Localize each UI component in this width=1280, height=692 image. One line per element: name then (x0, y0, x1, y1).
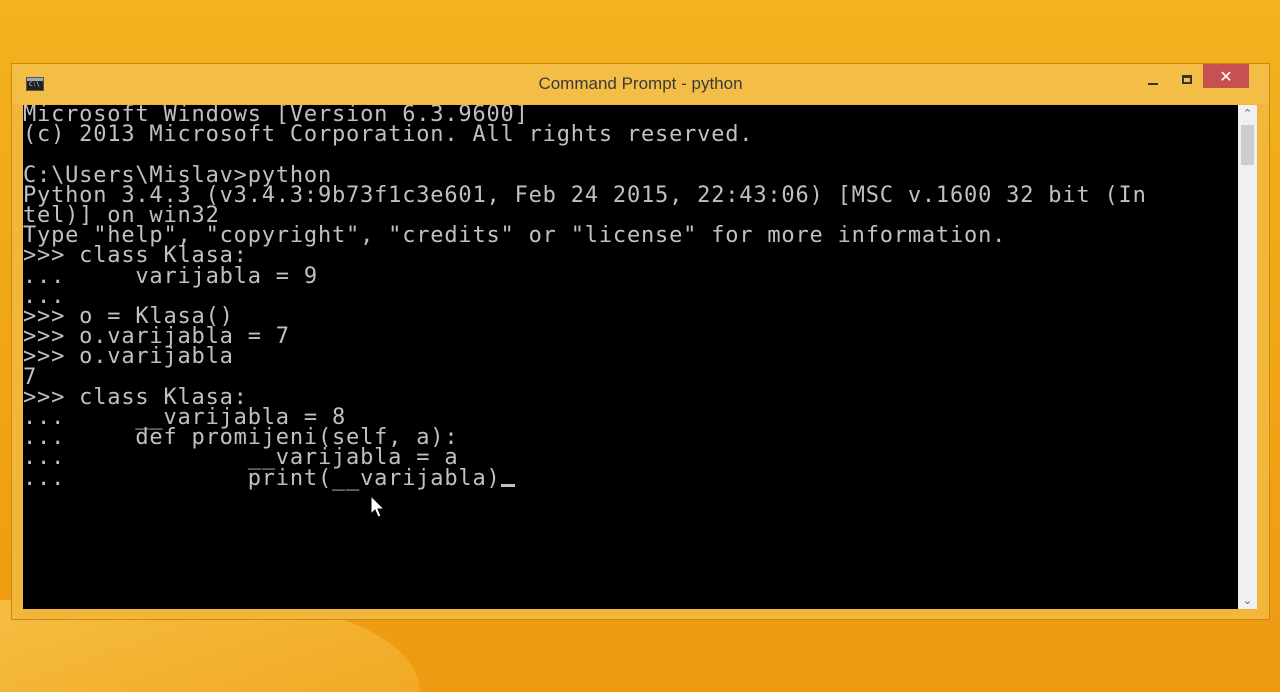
console-line: ... print(__varijabla) (23, 465, 515, 491)
console-line-text: ... print(__varijabla) (23, 465, 501, 491)
mouse-pointer-icon (370, 495, 386, 518)
console-line: >>> o.varijabla (23, 344, 234, 370)
window-title: Command Prompt - python (538, 74, 743, 93)
command-prompt-window[interactable]: Command Prompt - python ✕ Microsoft Wind… (11, 63, 1270, 620)
scroll-thumb[interactable] (1241, 125, 1254, 165)
vertical-scrollbar[interactable]: ⌃ ⌄ (1238, 105, 1257, 609)
close-button[interactable]: ✕ (1203, 64, 1249, 88)
minimize-button[interactable] (1136, 66, 1170, 92)
chevron-down-icon[interactable]: ⌄ (1238, 592, 1257, 609)
console-line-text: >>> o.varijabla (23, 344, 234, 370)
console-output[interactable]: Microsoft Windows [Version 6.3.9600] (c) … (23, 105, 1238, 609)
console-line: ... varijabla = 9 (23, 263, 318, 289)
minimize-icon (1148, 83, 1158, 85)
text-cursor (500, 483, 515, 487)
close-icon: ✕ (1219, 66, 1233, 86)
maximize-icon (1182, 74, 1192, 84)
console-line: (c) 2013 Microsoft Corporation. All righ… (23, 122, 754, 148)
console-line-text: (c) 2013 Microsoft Corporation. All righ… (23, 122, 754, 148)
chevron-up-icon[interactable]: ⌃ (1238, 105, 1257, 122)
console-line-text: ... varijabla = 9 (23, 263, 318, 289)
maximize-button[interactable] (1170, 66, 1204, 92)
title-bar[interactable]: Command Prompt - python ✕ (12, 64, 1269, 104)
